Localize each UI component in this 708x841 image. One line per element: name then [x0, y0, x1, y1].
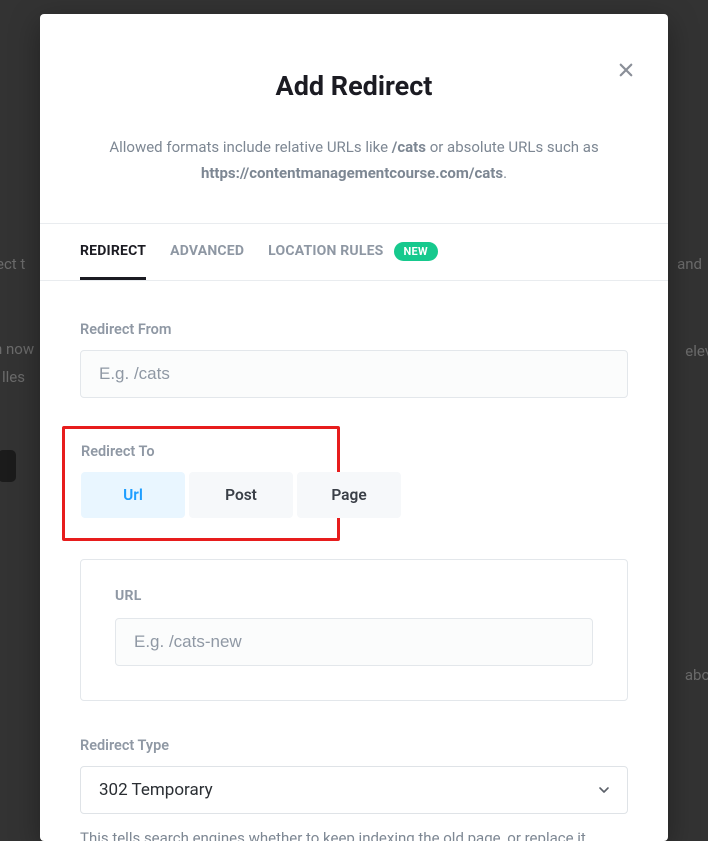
redirect-type-select[interactable]: 302 Temporary [80, 766, 628, 814]
seg-label: Post [225, 486, 257, 504]
subtitle-bold: https://contentmanagementcourse.com/cats [201, 164, 503, 182]
redirect-to-url-panel: URL [80, 559, 628, 701]
seg-label: Page [331, 486, 366, 504]
tab-redirect[interactable]: REDIRECT [80, 224, 146, 280]
redirect-type-label: Redirect Type [80, 737, 628, 754]
new-badge: NEW [394, 242, 438, 261]
modal-header: Add Redirect Allowed formats include rel… [40, 14, 668, 224]
bg-text: ect t [0, 255, 25, 273]
subtitle-text: . [503, 164, 507, 182]
bg-text: lles [2, 368, 25, 386]
bg-text: n now [0, 340, 34, 358]
subtitle-text: or absolute URLs such as [426, 138, 599, 156]
redirect-type-help: This tells search engines whether to kee… [80, 826, 628, 841]
redirect-type-group: Redirect Type 302 Temporary This tells s… [80, 737, 628, 841]
modal-subtitle: Allowed formats include relative URLs li… [94, 134, 614, 187]
redirect-from-input[interactable] [80, 350, 628, 398]
seg-page-button[interactable]: Page [297, 472, 401, 518]
redirect-to-url-input[interactable] [115, 618, 593, 666]
close-button[interactable] [612, 56, 640, 84]
redirect-to-label: Redirect To [81, 443, 323, 460]
form-area: Redirect From Redirect To Url Post Page … [40, 281, 668, 841]
subtitle-bold: /cats [392, 138, 426, 156]
bg-text: abo [685, 666, 708, 684]
seg-label: Url [123, 486, 143, 504]
tab-location-rules[interactable]: LOCATION RULES NEW [268, 224, 438, 280]
redirect-to-type-segmented: Url Post Page [81, 472, 401, 518]
bg-text: and [677, 255, 702, 273]
seg-url-button[interactable]: Url [81, 472, 185, 518]
tab-label: ADVANCED [170, 243, 244, 259]
bg-text: elev [685, 342, 708, 360]
redirect-from-label: Redirect From [80, 321, 628, 338]
redirect-from-group: Redirect From [80, 321, 628, 398]
tab-label: REDIRECT [80, 243, 146, 259]
redirect-type-value: 302 Temporary [80, 766, 628, 814]
seg-post-button[interactable]: Post [189, 472, 293, 518]
tab-label: LOCATION RULES [268, 243, 383, 259]
tab-advanced[interactable]: ADVANCED [170, 224, 244, 280]
subtitle-text: Allowed formats include relative URLs li… [109, 138, 391, 156]
close-icon [617, 61, 635, 79]
url-label: URL [115, 588, 593, 604]
bg-chip [0, 450, 16, 482]
modal-title: Add Redirect [90, 70, 618, 102]
add-redirect-modal: Add Redirect Allowed formats include rel… [40, 14, 668, 841]
redirect-to-highlight: Redirect To Url Post Page [62, 426, 340, 541]
tab-bar: REDIRECT ADVANCED LOCATION RULES NEW [40, 224, 668, 281]
